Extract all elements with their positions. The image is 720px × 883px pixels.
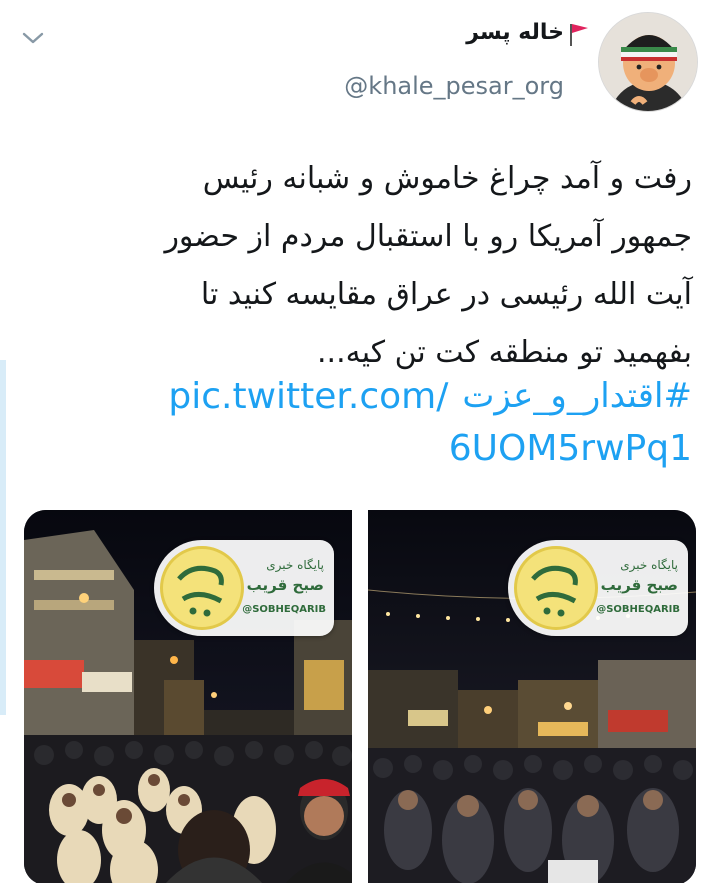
tweet-line: رفت و آمد چراغ خاموش و شبانه رئیس bbox=[202, 161, 692, 196]
watermark-title: صبح قریب bbox=[246, 576, 324, 594]
chevron-down-icon[interactable] bbox=[20, 28, 46, 48]
watermark-subtitle: پایگاه خبری bbox=[620, 558, 678, 572]
tweet-links: pic.twitter.com/ #اقتدار_و_عزت bbox=[168, 370, 692, 422]
pic-link[interactable]: pic.twitter.com/ bbox=[168, 376, 448, 417]
avatar[interactable] bbox=[598, 12, 698, 112]
watermark-handle: @SOBHEQARIB bbox=[596, 604, 680, 615]
tweet-photo-left[interactable]: پایگاه خبری صبح قریب @SOBHEQARIB bbox=[24, 510, 352, 883]
display-name[interactable]: خاله پسر bbox=[466, 20, 564, 45]
timeline-accent-bar bbox=[0, 360, 6, 715]
tweet-line: جمهور آمریکا رو با استقبال مردم از حضور bbox=[164, 219, 692, 254]
hashtag-link[interactable]: #اقتدار_و_عزت bbox=[462, 376, 692, 416]
watermark-badge: پایگاه خبری صبح قریب @SOBHEQARIB bbox=[154, 540, 334, 636]
tweet-line: آیت الله رئیسی در عراق مقایسه کنید تا bbox=[200, 277, 692, 312]
watermark-logo-icon bbox=[514, 546, 598, 630]
red-flag-icon bbox=[566, 20, 592, 48]
pic-link-id[interactable]: 6UOM5rwPq1 bbox=[449, 428, 692, 469]
watermark-subtitle: پایگاه خبری bbox=[266, 558, 324, 572]
tweet-photo-right[interactable]: پایگاه خبری صبح قریب @SOBHEQARIB bbox=[368, 510, 696, 883]
user-handle[interactable]: @khale_pesar_org bbox=[344, 72, 564, 100]
tweet-text: رفت و آمد چراغ خاموش و شبانه رئیس جمهور … bbox=[32, 150, 692, 382]
watermark-handle: @SOBHEQARIB bbox=[242, 604, 326, 615]
watermark-logo-icon bbox=[160, 546, 244, 630]
watermark-title: صبح قریب bbox=[600, 576, 678, 594]
watermark-badge: پایگاه خبری صبح قریب @SOBHEQARIB bbox=[508, 540, 688, 636]
media-grid: پایگاه خبری صبح قریب @SOBHEQARIB پایگاه … bbox=[24, 510, 696, 883]
